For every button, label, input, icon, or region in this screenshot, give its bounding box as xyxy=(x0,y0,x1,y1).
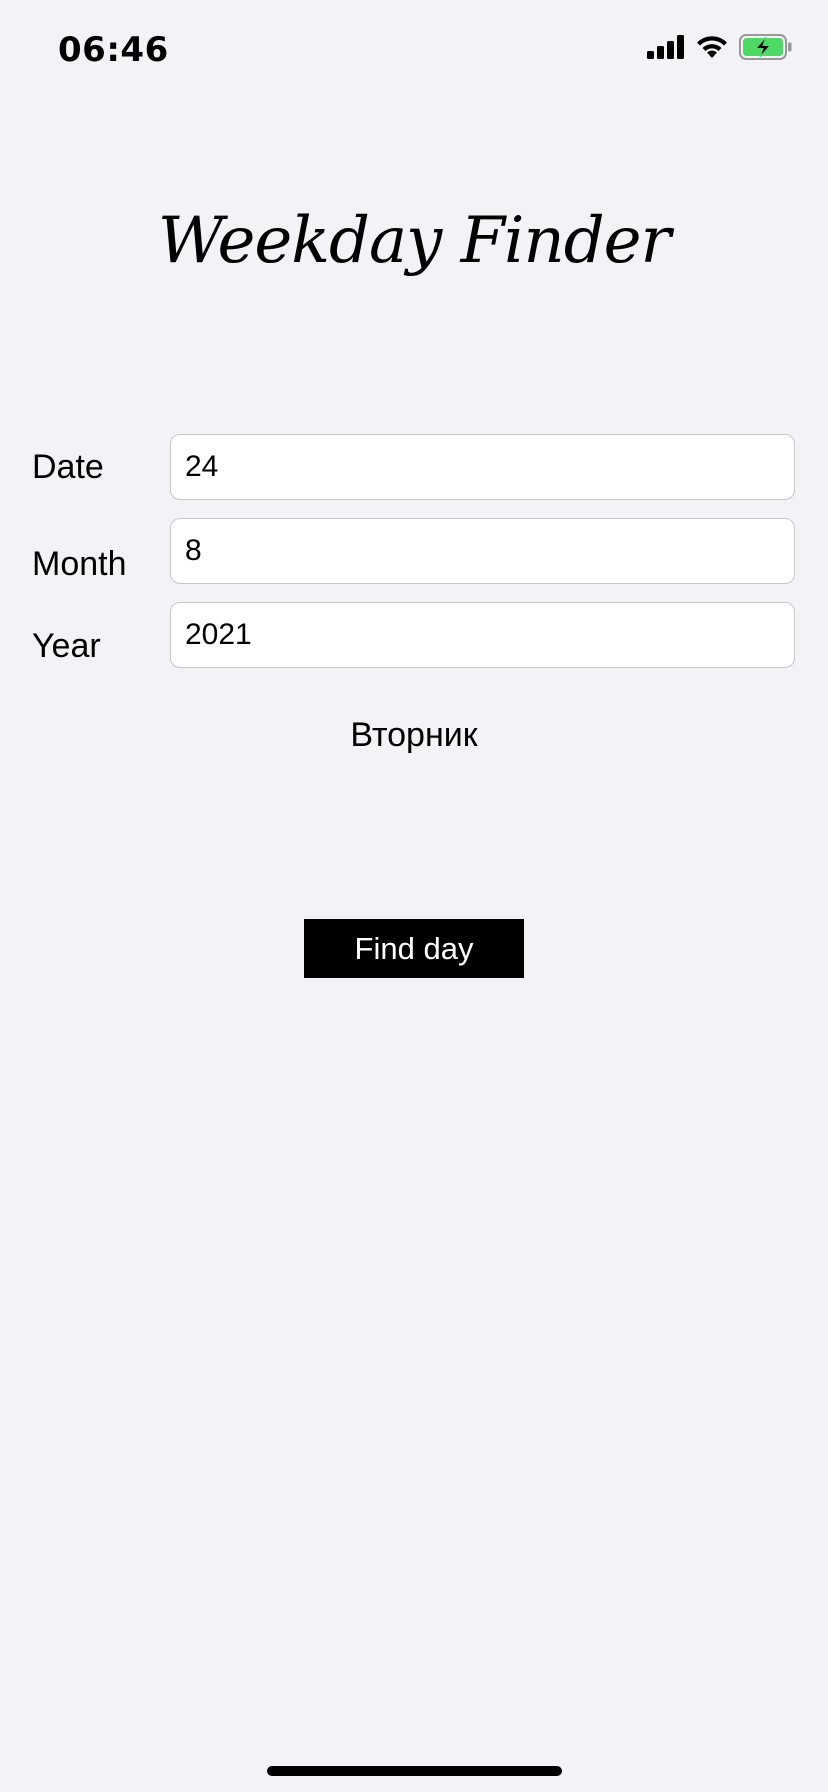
wifi-icon xyxy=(697,36,727,58)
status-icons xyxy=(647,34,793,60)
app-title: Weekday Finder xyxy=(157,204,671,278)
battery-charging-icon xyxy=(739,34,792,60)
weekday-result: Вторник xyxy=(350,716,478,754)
status-bar: 06:46 xyxy=(0,0,828,100)
year-input[interactable] xyxy=(170,602,795,668)
date-label: Date xyxy=(32,448,104,486)
home-indicator[interactable] xyxy=(267,1766,562,1776)
month-input[interactable] xyxy=(170,518,795,584)
signal-icon xyxy=(647,35,684,59)
date-input[interactable] xyxy=(170,434,795,500)
status-time: 06:46 xyxy=(58,30,169,70)
find-day-button[interactable]: Find day xyxy=(304,919,524,978)
month-label: Month xyxy=(32,545,127,583)
year-label: Year xyxy=(32,627,101,665)
